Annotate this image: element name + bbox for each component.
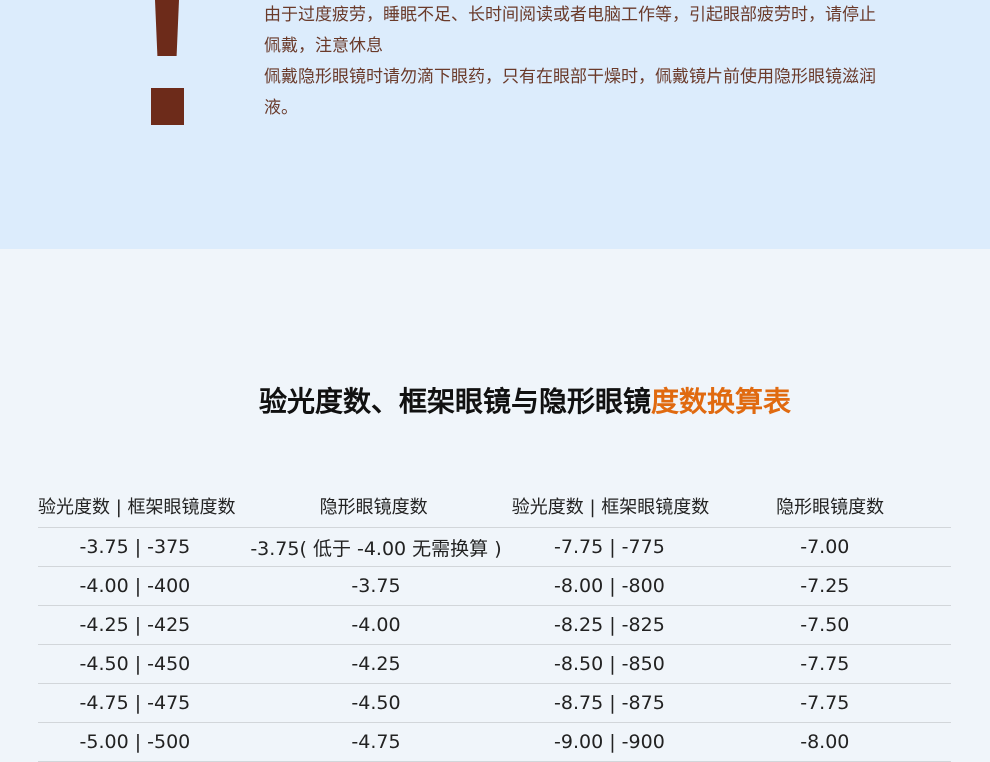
table-cell: -8.00 (800, 731, 850, 753)
exclamation-dot (151, 88, 184, 125)
title-accent: 度数换算表 (651, 385, 792, 418)
table-cell: -7.75 | -775 (554, 536, 665, 558)
table-cell: -8.50 | -850 (554, 653, 665, 675)
table-cell: -4.75 | -475 (79, 692, 191, 714)
title-main: 验光度数、框架眼镜与隐形眼镜 (258, 385, 651, 418)
table-cell: -4.00 (351, 614, 401, 636)
table-cell: -4.00 | -400 (79, 575, 191, 597)
table-cell: -4.75 (351, 731, 401, 753)
notice-line-1: 由于过度疲劳，睡眠不足、长时间阅读或者电脑工作等，引起眼部疲劳时，请停止佩戴，注… (264, 5, 876, 56)
table-cell: -4.50 | -450 (79, 653, 191, 675)
table-cell: -7.00 (800, 536, 850, 558)
page-title: 验光度数、框架眼镜与隐形眼镜度数换算表 (0, 380, 990, 420)
table-cell: -3.75 (351, 575, 401, 597)
table-row: -4.75 | -475 -4.50 -8.75 | -875 -7.75 (38, 684, 951, 723)
table-cell: -7.50 (800, 614, 850, 636)
header-cell: 隐形眼镜度数 (776, 497, 885, 518)
table-cell: -5.00 | -500 (79, 731, 191, 753)
table-row: -4.25 | -425 -4.00 -8.25 | -825 -7.50 (38, 606, 951, 645)
table-row: -4.50 | -450 -4.25 -8.50 | -850 -7.75 (38, 645, 951, 684)
conversion-table: 验光度数 | 框架眼镜度数 隐形眼镜度数 验光度数 | 框架眼镜度数 隐形眼镜度… (38, 485, 951, 762)
table-cell: -3.75 | -375 (79, 536, 191, 558)
table-cell: -8.00 | -800 (554, 575, 665, 597)
table-row: -5.00 | -500 -4.75 -9.00 | -900 -8.00 (38, 723, 951, 762)
table-row: -3.75 | -375 -3.75( 低于 -4.00 无需换算 ) -7.7… (38, 528, 951, 567)
table-cell: -7.75 (800, 692, 850, 714)
table-cell: -4.25 | -425 (79, 614, 191, 636)
table-cell: -3.75( 低于 -4.00 无需换算 ) (250, 537, 502, 560)
table-cell: -7.75 (800, 653, 850, 675)
header-cell: 验光度数 | 框架眼镜度数 (511, 497, 710, 518)
table-cell: -7.25 (800, 575, 850, 597)
notice-line-2: 佩戴隐形眼镜时请勿滴下眼药，只有在眼部干燥时，佩戴镜片前使用隐形眼镜滋润液。 (264, 67, 876, 118)
table-row: -4.00 | -400 -3.75 -8.00 | -800 -7.25 (38, 567, 951, 606)
exclamation-bar (155, 0, 179, 56)
notice-panel: 由于过度疲劳，睡眠不足、长时间阅读或者电脑工作等，引起眼部疲劳时，请停止佩戴，注… (0, 0, 990, 249)
notice-text: 由于过度疲劳，睡眠不足、长时间阅读或者电脑工作等，引起眼部疲劳时，请停止佩戴，注… (264, 0, 884, 124)
table-cell: -8.75 | -875 (554, 692, 665, 714)
table-cell: -8.25 | -825 (554, 614, 665, 636)
table-cell: -4.25 (351, 653, 401, 675)
header-cell: 验光度数 | 框架眼镜度数 (38, 497, 236, 518)
table-cell: -4.50 (351, 692, 401, 714)
table-header-row: 验光度数 | 框架眼镜度数 隐形眼镜度数 验光度数 | 框架眼镜度数 隐形眼镜度… (38, 485, 951, 528)
header-cell: 隐形眼镜度数 (319, 497, 428, 518)
table-cell: -9.00 | -900 (554, 731, 665, 753)
